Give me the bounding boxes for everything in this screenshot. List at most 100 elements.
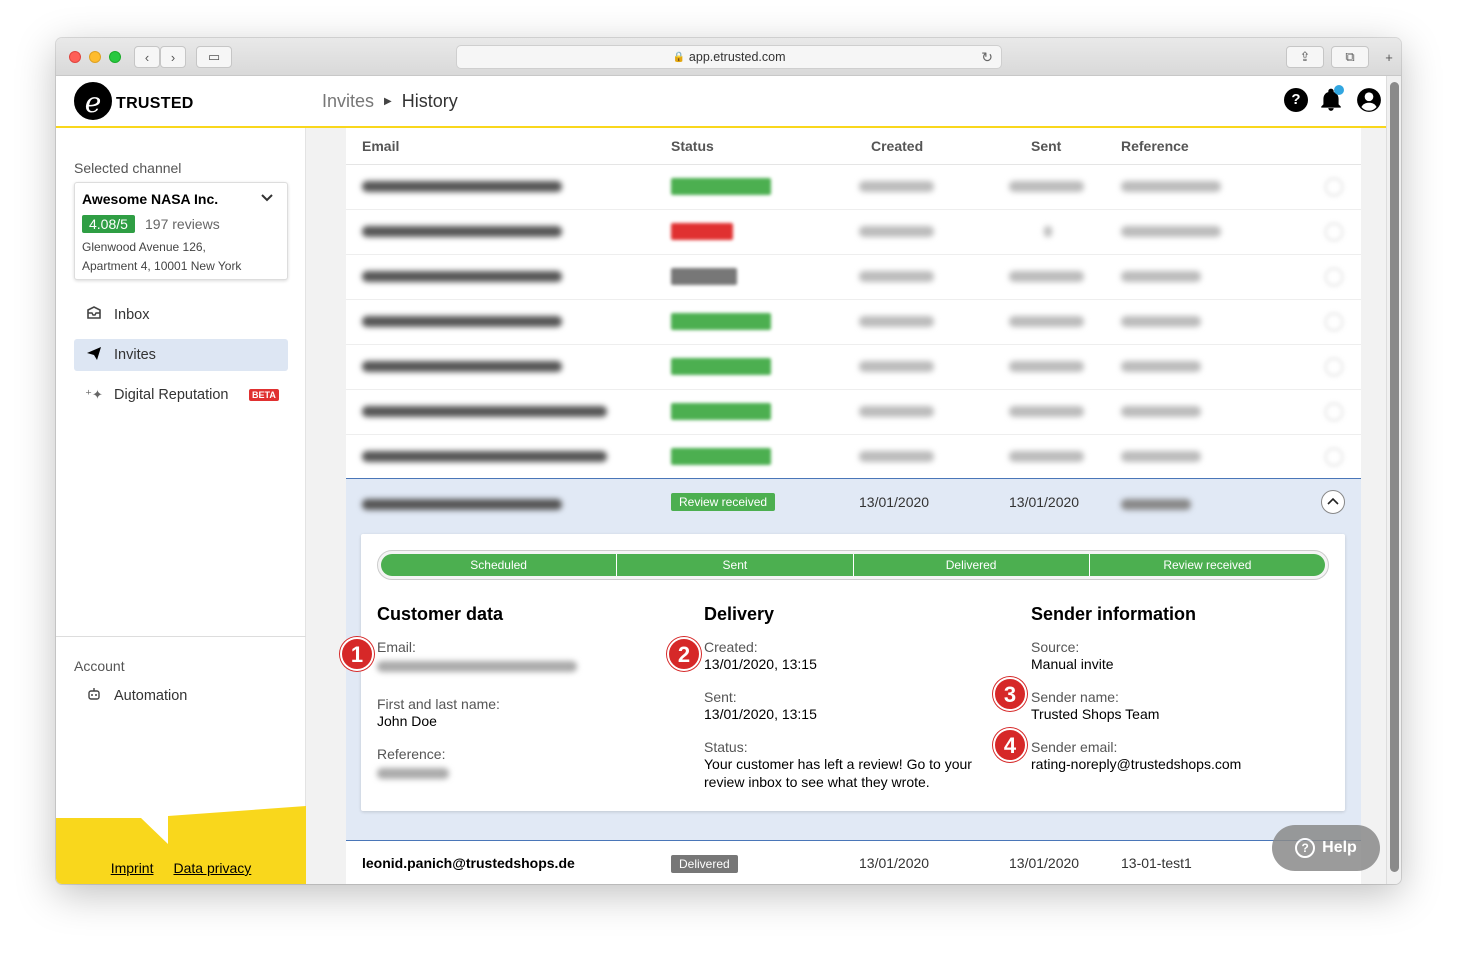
column-header-email[interactable]: Email	[362, 138, 399, 154]
expanded-table-row[interactable]: Review received 13/01/2020 13/01/2020 Sc…	[346, 478, 1361, 841]
blurred-email	[362, 406, 607, 417]
sidebar-item-inbox[interactable]: Inbox	[74, 299, 288, 331]
tabs-overview-icon[interactable]: ⧉	[1331, 46, 1369, 68]
sidebar-item-digital-reputation[interactable]: ⁺✦ Digital Reputation BETA	[74, 379, 288, 411]
step-review-received: Review received	[1089, 554, 1325, 576]
blurred-sent	[1009, 361, 1084, 372]
table-row[interactable]	[346, 390, 1361, 435]
blurred-reference	[1121, 271, 1201, 282]
table-row[interactable]	[346, 435, 1361, 480]
sidebar-item-label: Automation	[114, 688, 188, 704]
expand-row-icon[interactable]	[1325, 178, 1343, 196]
table-row[interactable]	[346, 300, 1361, 345]
minimize-window-button[interactable]	[89, 51, 101, 63]
table-row[interactable]	[346, 165, 1361, 210]
help-button[interactable]: ? Help	[1272, 825, 1380, 871]
blurred-reference	[1121, 451, 1201, 462]
close-window-button[interactable]	[69, 51, 81, 63]
sidebar-item-invites[interactable]: Invites	[74, 339, 288, 371]
column-header-sent[interactable]: Sent	[1031, 138, 1061, 154]
back-icon[interactable]: ‹	[134, 46, 160, 68]
address-line-2: Apartment 4, 10001 New York	[82, 259, 242, 273]
blurred-created	[859, 316, 934, 327]
blurred-email	[362, 316, 562, 327]
expand-row-icon[interactable]	[1325, 403, 1343, 421]
expand-row-icon[interactable]	[1325, 268, 1343, 286]
column-header-reference[interactable]: Reference	[1121, 138, 1189, 154]
blurred-status-badge	[671, 223, 733, 240]
reload-icon[interactable]: ↻	[981, 49, 993, 66]
sidebar: Selected channel Awesome NASA Inc. 4.08/…	[56, 128, 306, 884]
blurred-reference	[1121, 361, 1201, 372]
blurred-created	[859, 181, 934, 192]
help-icon[interactable]: ?	[1284, 88, 1308, 112]
blurred-status-badge	[671, 268, 737, 285]
created-label: Created:	[704, 639, 758, 655]
scrollbar-thumb[interactable]	[1390, 82, 1399, 872]
forward-icon[interactable]: ›	[160, 46, 186, 68]
share-icon[interactable]: ⇪	[1286, 46, 1324, 68]
address-bar[interactable]: 🔒 app.etrusted.com ↻	[456, 45, 1002, 69]
bell-icon[interactable]	[1318, 85, 1344, 113]
blurred-reference-value	[377, 768, 449, 779]
expand-row-icon[interactable]	[1325, 358, 1343, 376]
expand-row-icon[interactable]	[1325, 223, 1343, 241]
sent-label: Sent:	[704, 689, 737, 705]
table-header: Email Status Created Sent Reference	[346, 128, 1361, 165]
column-header-status[interactable]: Status	[671, 138, 714, 154]
expand-row-icon[interactable]	[1325, 313, 1343, 331]
row-created: 13/01/2020	[859, 855, 930, 871]
blurred-reference	[1121, 406, 1201, 417]
blurred-email	[362, 271, 562, 282]
channel-address: Glenwood Avenue 126, Apartment 4, 10001 …	[82, 238, 241, 276]
trusted-logo-icon[interactable]: e	[74, 82, 112, 120]
status-value-line-2: review inbox to see what they wrote.	[704, 774, 930, 790]
step-sent: Sent	[617, 554, 854, 576]
new-tab-icon[interactable]: +	[1378, 46, 1400, 68]
row-sent: 13/01/2020	[1009, 855, 1080, 871]
sidebar-item-automation[interactable]: Automation	[74, 680, 288, 712]
column-header-created[interactable]: Created	[871, 138, 923, 154]
maximize-window-button[interactable]	[109, 51, 121, 63]
table-row[interactable]	[346, 210, 1361, 255]
channel-selector[interactable]: Awesome NASA Inc. 4.08/5 197 reviews Gle…	[74, 182, 288, 280]
blurred-created	[859, 451, 934, 462]
table-row[interactable]	[346, 345, 1361, 390]
lock-icon: 🔒	[672, 51, 685, 63]
reference-label: Reference:	[377, 746, 446, 762]
sender-name-value: Trusted Shops Team	[1031, 706, 1160, 722]
sender-information-section: Sender information Source: Manual invite…	[1031, 604, 1331, 789]
sidebar-toggle-icon[interactable]: ▭	[196, 46, 232, 68]
name-label: First and last name:	[377, 696, 500, 712]
blurred-email	[362, 451, 607, 462]
sidebar-item-label: Digital Reputation	[114, 387, 229, 403]
marker-2: 2	[667, 637, 701, 671]
data-privacy-link[interactable]: Data privacy	[173, 860, 251, 876]
blurred-sent	[1009, 316, 1084, 327]
sidebar-item-label: Invites	[114, 347, 156, 363]
blurred-email	[362, 181, 562, 192]
sender-name-label: Sender name:	[1031, 689, 1119, 705]
step-delivered: Delivered	[853, 554, 1090, 576]
sent-value: 13/01/2020, 13:15	[704, 706, 817, 722]
blurred-status-badge	[671, 358, 771, 375]
row-reference: 13-01-test1	[1121, 855, 1192, 871]
blurred-status-badge	[671, 178, 771, 195]
channel-name: Awesome NASA Inc.	[82, 191, 219, 207]
blurred-status-badge	[671, 448, 771, 465]
scrollbar[interactable]	[1386, 76, 1401, 884]
blurred-sent	[1009, 181, 1084, 192]
chevron-down-icon[interactable]	[259, 189, 275, 210]
imprint-link[interactable]: Imprint	[111, 860, 154, 876]
table-row[interactable]: leonid.panich@trustedshops.de Delivered …	[346, 841, 1361, 884]
user-icon[interactable]	[1356, 87, 1382, 113]
blurred-reference	[1121, 499, 1191, 510]
breadcrumb-invites[interactable]: Invites	[322, 91, 374, 112]
table-row[interactable]	[346, 255, 1361, 300]
blurred-sent	[1044, 226, 1052, 237]
sender-information-title: Sender information	[1031, 604, 1197, 624]
chevron-up-icon[interactable]	[1321, 490, 1345, 514]
expand-row-icon[interactable]	[1325, 448, 1343, 466]
url-text: app.etrusted.com	[688, 50, 786, 64]
blurred-reference	[1121, 316, 1201, 327]
